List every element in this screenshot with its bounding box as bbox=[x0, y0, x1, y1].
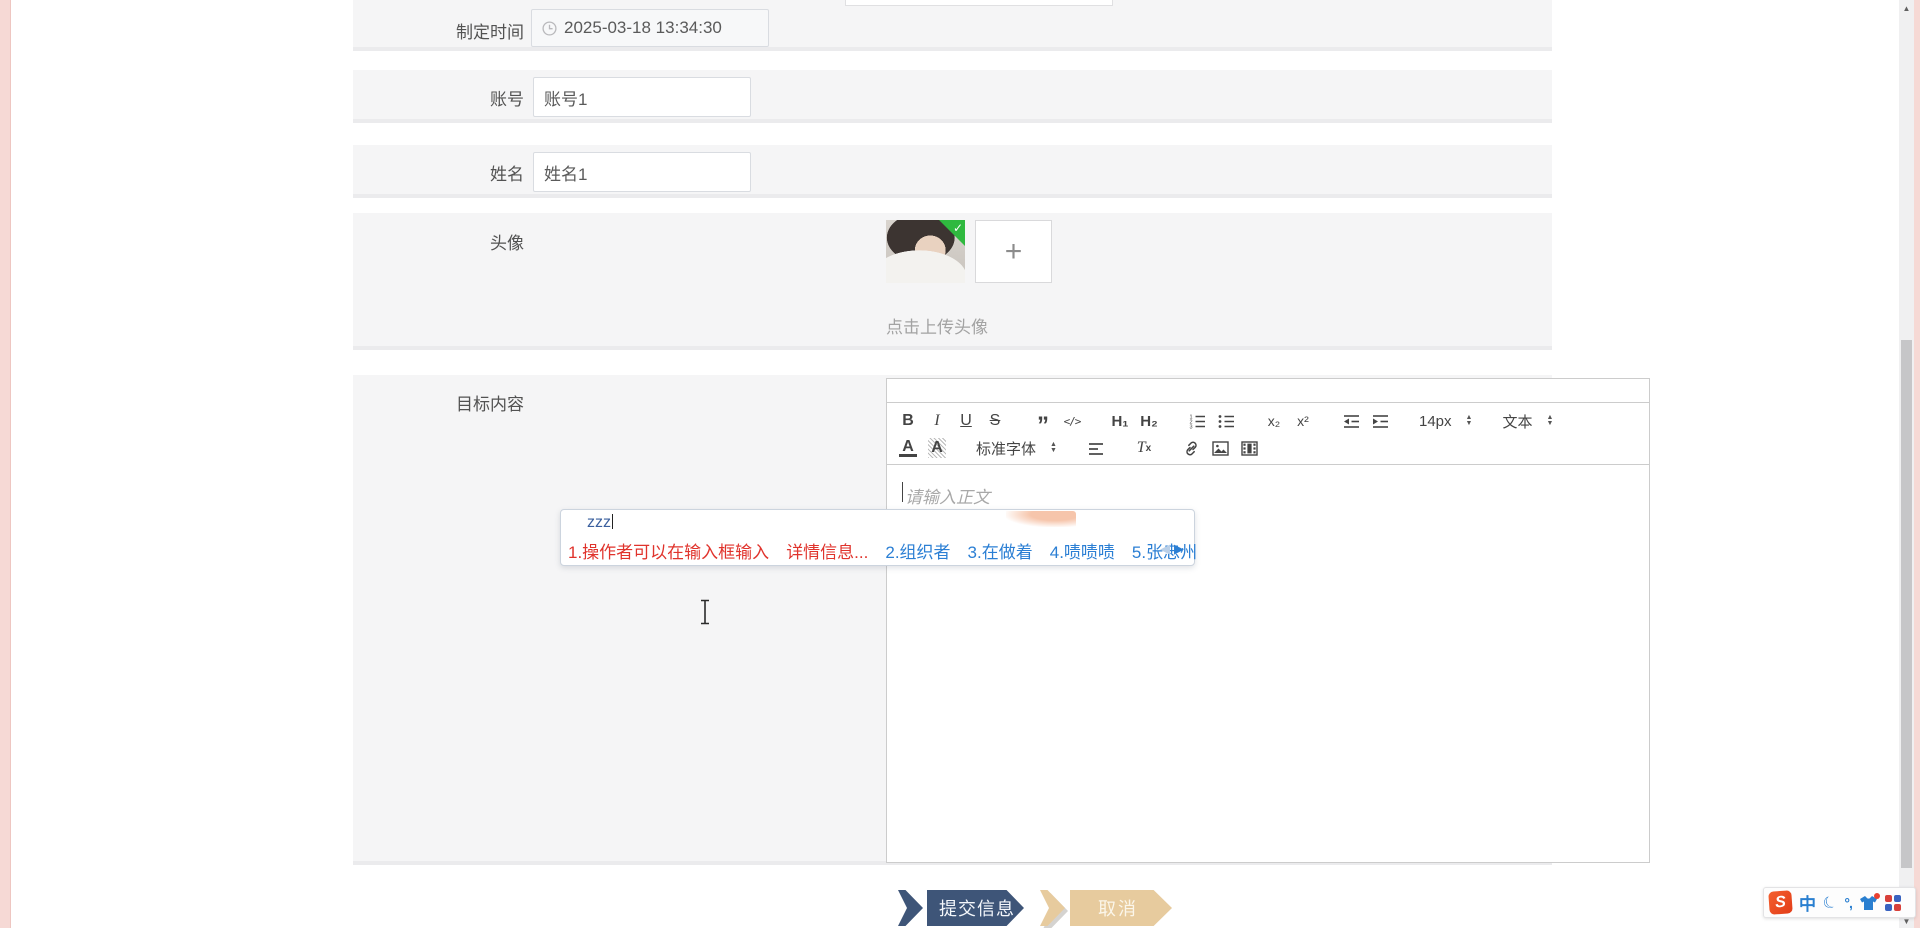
svg-text:3: 3 bbox=[1189, 424, 1192, 428]
font-size-value: 14px bbox=[1419, 412, 1452, 430]
font-family-select[interactable]: 标准字体 ▲ ▼ bbox=[976, 438, 1057, 459]
ime-candidate[interactable]: 3.在做着 bbox=[968, 538, 1033, 563]
select-arrows-icon: ▲ ▼ bbox=[1546, 414, 1554, 427]
outdent-icon[interactable] bbox=[1342, 410, 1360, 432]
subscript-button[interactable]: x₂ bbox=[1265, 410, 1283, 432]
toolbar-row-1: B I U S ” </> H₁ H₂ 123 x₂ x² 14px ▲ ▼ 文… bbox=[899, 409, 1637, 438]
avatar-label: 头像 bbox=[490, 234, 524, 253]
scrollbar-thumb[interactable] bbox=[1901, 340, 1912, 868]
blockquote-button[interactable]: ” bbox=[1034, 410, 1052, 438]
clock-icon bbox=[542, 20, 557, 36]
name-label: 姓名 bbox=[490, 165, 524, 184]
name-input[interactable]: 姓名1 bbox=[533, 152, 751, 192]
strike-button[interactable]: S bbox=[986, 410, 1004, 432]
align-icon[interactable] bbox=[1087, 437, 1105, 459]
ime-cursor bbox=[612, 514, 613, 529]
ime-next-page-icon[interactable]: ▶ bbox=[1174, 541, 1184, 557]
heading2-button[interactable]: H₂ bbox=[1140, 410, 1158, 432]
bullet-list-icon[interactable] bbox=[1217, 410, 1235, 432]
form-row-avatar: ✓ + 点击上传头像 bbox=[353, 213, 1552, 350]
ime-candidate[interactable]: 4.啧啧啧 bbox=[1050, 538, 1115, 563]
time-value: 2025-03-18 13:34:30 bbox=[564, 18, 722, 37]
indent-icon[interactable] bbox=[1371, 410, 1389, 432]
submit-button[interactable]: 提交信息 bbox=[927, 890, 1024, 926]
scrollbar-up-icon[interactable]: ▲ bbox=[1899, 2, 1914, 14]
ordered-list-icon[interactable]: 123 bbox=[1188, 410, 1206, 432]
content-label: 目标内容 bbox=[456, 395, 524, 414]
page-edge-left bbox=[0, 0, 11, 928]
ibeam-cursor bbox=[698, 599, 712, 625]
ime-prev-page-icon[interactable]: ◀ bbox=[1160, 541, 1170, 557]
moon-icon[interactable]: ☾ bbox=[1820, 890, 1841, 914]
text-style-select[interactable]: 文本 ▲ ▼ bbox=[1502, 411, 1553, 432]
editor-placeholder: 请输入正文 bbox=[905, 488, 990, 507]
page: 制定时间 2025-03-18 13:34:30 账号 账号1 姓名 姓名1 ✓… bbox=[0, 0, 1920, 928]
ime-popup: zzz 1.操作者可以在输入框输入 详情信息... 2.组织者 3.在做着 4.… bbox=[560, 509, 1197, 566]
ime-candidate[interactable]: 详情信息... bbox=[786, 538, 868, 563]
previous-row-input-sliver bbox=[845, 0, 1113, 6]
page-edge-right bbox=[1914, 0, 1920, 928]
toolbar-row-2: A A 标准字体 ▲ ▼ Tx bbox=[899, 436, 1637, 460]
ime-page-nav: ◀ ▶ bbox=[1160, 541, 1184, 557]
ime-skin-decoration bbox=[1006, 511, 1076, 527]
text-caret bbox=[902, 482, 903, 502]
sogou-ime-toolbar: S 中 ☾ °, bbox=[1763, 887, 1916, 918]
background-color-button[interactable]: A bbox=[928, 438, 946, 458]
ime-composition: zzz bbox=[587, 514, 613, 531]
bold-button[interactable]: B bbox=[899, 410, 917, 432]
ime-candidate[interactable]: 1.操作者可以在输入框输入 bbox=[568, 538, 769, 563]
image-icon[interactable] bbox=[1212, 437, 1230, 459]
account-input[interactable]: 账号1 bbox=[533, 77, 751, 117]
check-icon: ✓ bbox=[952, 221, 963, 235]
cancel-label: 取消 bbox=[1098, 899, 1138, 919]
text-style-value: 文本 bbox=[1502, 413, 1533, 431]
ime-candidate-list: 1.操作者可以在输入框输入 详情信息... 2.组织者 3.在做着 4.啧啧啧 … bbox=[568, 538, 1197, 563]
avatar[interactable]: ✓ bbox=[886, 220, 965, 283]
submit-label: 提交信息 bbox=[939, 899, 1015, 919]
ime-candidate[interactable]: 2.组织者 bbox=[885, 538, 950, 563]
rich-text-editor: B I U S ” </> H₁ H₂ 123 x₂ x² 14px ▲ ▼ 文… bbox=[886, 378, 1650, 863]
select-arrows-icon: ▲ ▼ bbox=[1465, 414, 1473, 427]
name-value: 姓名1 bbox=[544, 164, 588, 184]
form-row-content: B I U S ” </> H₁ H₂ 123 x₂ x² 14px ▲ ▼ 文… bbox=[353, 375, 1650, 865]
link-icon[interactable] bbox=[1183, 437, 1201, 459]
italic-button[interactable]: I bbox=[928, 410, 946, 432]
select-arrows-icon: ▲ ▼ bbox=[1050, 441, 1057, 454]
sogou-logo-icon[interactable]: S bbox=[1768, 890, 1793, 915]
plus-icon: + bbox=[1004, 234, 1023, 268]
time-input[interactable]: 2025-03-18 13:34:30 bbox=[531, 9, 769, 47]
editor-title-input[interactable] bbox=[886, 378, 1650, 403]
video-icon[interactable] bbox=[1241, 437, 1259, 459]
time-label: 制定时间 bbox=[456, 23, 524, 42]
editor-toolbar: B I U S ” </> H₁ H₂ 123 x₂ x² 14px ▲ ▼ 文… bbox=[886, 402, 1650, 465]
underline-button[interactable]: U bbox=[957, 410, 975, 432]
cancel-button[interactable]: 取消 bbox=[1070, 890, 1172, 926]
punctuation-icon[interactable]: °, bbox=[1844, 895, 1852, 911]
cancel-chevron-icon[interactable] bbox=[1040, 890, 1065, 926]
skin-shirt-icon[interactable] bbox=[1859, 892, 1880, 911]
code-block-button[interactable]: </> bbox=[1063, 410, 1082, 432]
account-value: 账号1 bbox=[544, 89, 588, 109]
account-label: 账号 bbox=[490, 90, 524, 109]
toolbox-grid-icon[interactable] bbox=[1884, 894, 1901, 911]
chinese-mode-icon[interactable]: 中 bbox=[1799, 890, 1816, 915]
text-color-button[interactable]: A bbox=[899, 438, 917, 457]
submit-chevron-icon[interactable] bbox=[898, 890, 923, 926]
avatar-upload-button[interactable]: + bbox=[975, 220, 1052, 283]
clear-format-button[interactable]: Tx bbox=[1135, 437, 1153, 459]
heading1-button[interactable]: H₁ bbox=[1111, 410, 1129, 432]
superscript-button[interactable]: x² bbox=[1294, 410, 1312, 432]
font-family-value: 标准字体 bbox=[976, 440, 1037, 458]
notification-dot bbox=[1873, 892, 1880, 899]
avatar-upload-hint: 点击上传头像 bbox=[886, 318, 988, 337]
font-size-select[interactable]: 14px ▲ ▼ bbox=[1419, 413, 1472, 430]
